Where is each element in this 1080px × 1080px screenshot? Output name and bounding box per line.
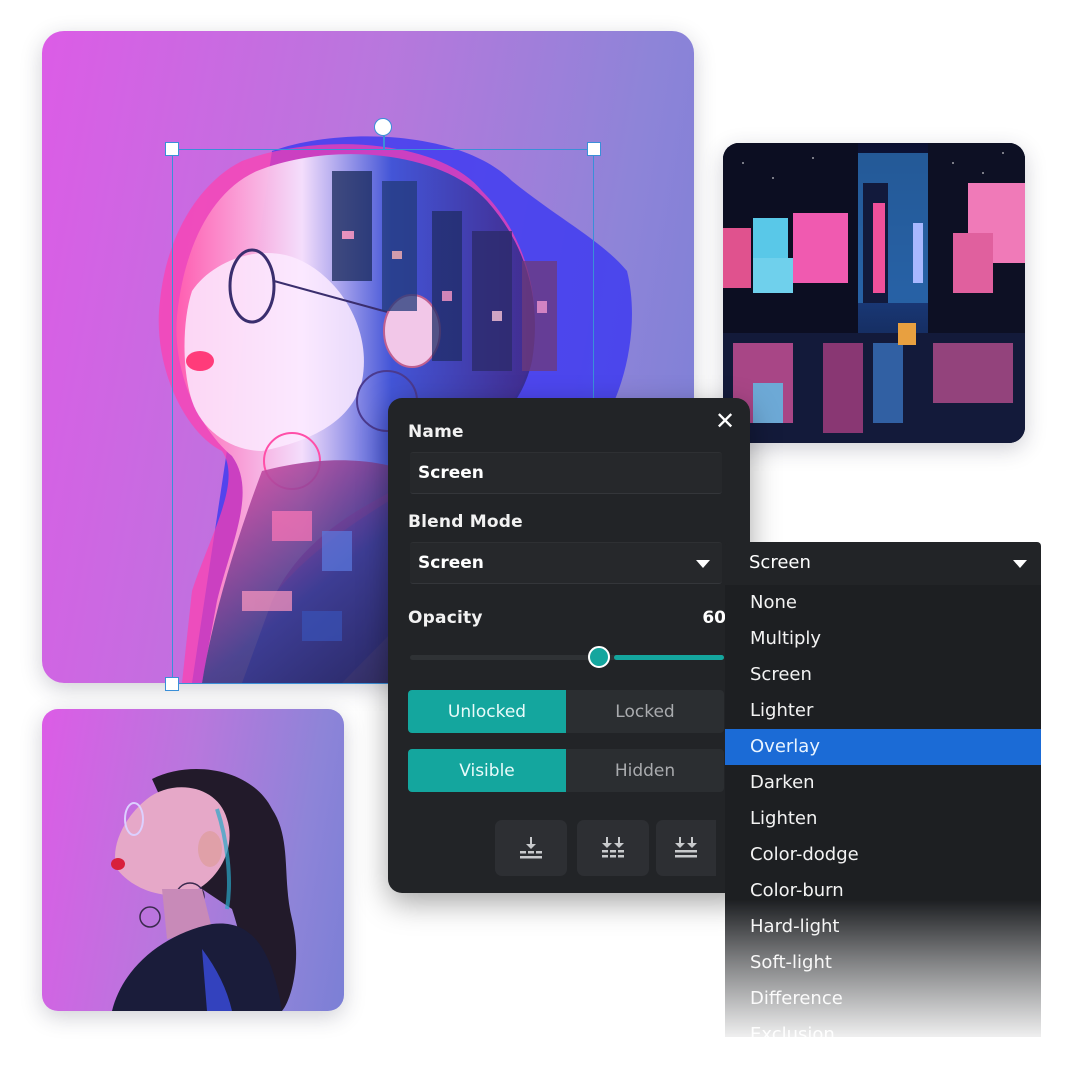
chevron-down-icon xyxy=(1013,560,1027,568)
merge-down-icon xyxy=(520,837,542,859)
merge-visible-icon xyxy=(602,837,624,858)
option-multiply[interactable]: Multiply xyxy=(725,621,1041,657)
opacity-value: 60 xyxy=(702,608,726,628)
blend-mode-options-list: None Multiply Screen Lighter Overlay Dar… xyxy=(725,585,1041,1037)
option-exclusion[interactable]: Exclusion xyxy=(725,1017,1041,1037)
blend-mode-dropdown[interactable]: Screen xyxy=(725,542,1041,585)
close-icon[interactable]: ✕ xyxy=(714,409,736,433)
option-hard-light[interactable]: Hard-light xyxy=(725,909,1041,945)
unlocked-button[interactable]: Unlocked xyxy=(408,690,566,733)
portrait-image xyxy=(111,769,297,1011)
chevron-down-icon xyxy=(696,560,710,568)
option-lighter[interactable]: Lighter xyxy=(725,693,1041,729)
name-label: Name xyxy=(408,422,464,442)
option-color-burn[interactable]: Color-burn xyxy=(725,873,1041,909)
visible-button[interactable]: Visible xyxy=(408,749,566,792)
option-lighten[interactable]: Lighten xyxy=(725,801,1041,837)
portrait-layer-thumbnail[interactable] xyxy=(42,709,344,1011)
option-screen[interactable]: Screen xyxy=(725,657,1041,693)
lock-toggle: Unlocked Locked xyxy=(408,690,724,733)
blend-mode-value: Screen xyxy=(418,553,484,573)
option-soft-light[interactable]: Soft-light xyxy=(725,945,1041,981)
blend-mode-label: Blend Mode xyxy=(408,512,523,532)
option-overlay[interactable]: Overlay xyxy=(725,729,1041,765)
hidden-button[interactable]: Hidden xyxy=(566,749,724,792)
visibility-toggle: Visible Hidden xyxy=(408,749,724,792)
name-input[interactable]: Screen xyxy=(410,452,722,494)
option-none[interactable]: None xyxy=(725,585,1041,621)
city-layer-thumbnail[interactable] xyxy=(723,143,1025,443)
opacity-slider-fill xyxy=(614,655,724,660)
flatten-button[interactable] xyxy=(656,820,716,876)
option-difference[interactable]: Difference xyxy=(725,981,1041,1017)
layer-properties-panel: ✕ Name Screen Blend Mode Screen Opacity … xyxy=(388,398,750,893)
merge-down-button[interactable] xyxy=(495,820,567,876)
blend-mode-select[interactable]: Screen xyxy=(410,542,722,584)
opacity-slider-thumb[interactable] xyxy=(588,646,610,668)
flatten-icon xyxy=(675,837,697,858)
option-darken[interactable]: Darken xyxy=(725,765,1041,801)
option-color-dodge[interactable]: Color-dodge xyxy=(725,837,1041,873)
opacity-label: Opacity xyxy=(408,608,483,628)
dropdown-selected-value: Screen xyxy=(749,552,811,573)
merge-visible-button[interactable] xyxy=(577,820,649,876)
locked-button[interactable]: Locked xyxy=(566,690,724,733)
neon-city-image xyxy=(723,143,1025,443)
